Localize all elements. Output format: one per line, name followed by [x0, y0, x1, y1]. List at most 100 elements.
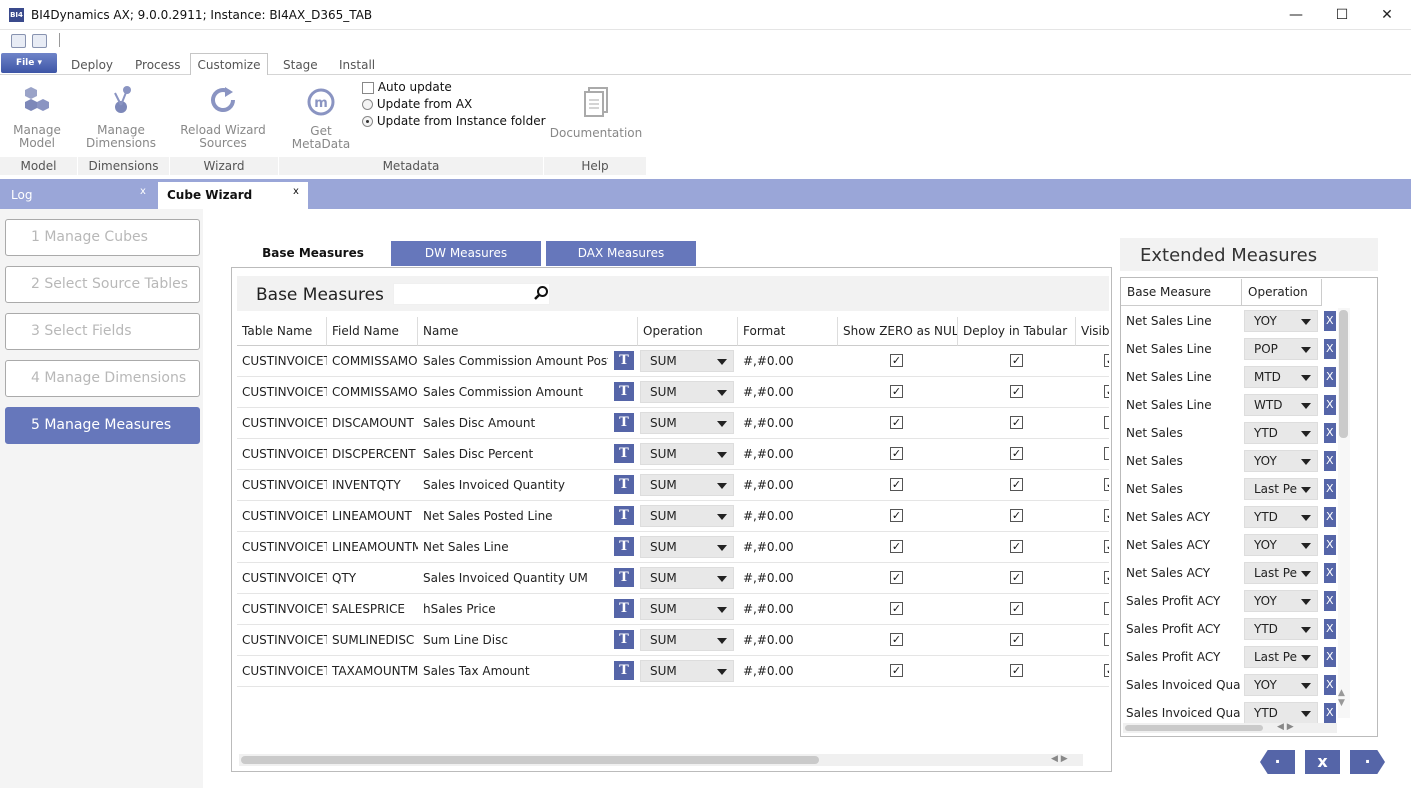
close-window-button[interactable]: ✕ [1377, 6, 1397, 24]
visible-checkbox[interactable]: ✓ [1104, 354, 1109, 367]
extended-row[interactable]: Net Sales Line YOY X [1121, 307, 1341, 335]
remove-extended-icon[interactable]: X [1324, 479, 1336, 499]
remove-extended-icon[interactable]: X [1324, 423, 1336, 443]
visible-checkbox[interactable]: ✓ [1104, 509, 1109, 522]
step-manage-measures[interactable]: 5 Manage Measures [5, 407, 200, 444]
tab-stage[interactable]: Stage [283, 58, 318, 72]
close-cube-wizard-tab-icon[interactable]: x [293, 178, 299, 205]
step-manage-dimensions[interactable]: 4 Manage Dimensions [5, 360, 200, 397]
deploy-tabular-checkbox[interactable]: ✓ [1010, 416, 1023, 429]
step-select-source-tables[interactable]: 2 Select Source Tables [5, 266, 200, 303]
cell-name[interactable]: Sales Invoiced Quantity [418, 470, 608, 500]
tab-deploy[interactable]: Deploy [71, 58, 113, 72]
remove-extended-icon[interactable]: X [1324, 339, 1336, 359]
doc-tab-cube-wizard[interactable]: Cube Wizard x [158, 182, 308, 209]
translation-button[interactable]: T [614, 599, 634, 618]
extended-row[interactable]: Sales Profit ACY YTD X [1121, 615, 1341, 643]
extended-row[interactable]: Net Sales YOY X [1121, 447, 1341, 475]
operation-select[interactable]: SUM [640, 412, 734, 434]
show-zero-null-checkbox[interactable]: ✓ [890, 540, 903, 553]
ext-operation-select[interactable]: YOY [1244, 534, 1318, 556]
translation-button[interactable]: T [614, 475, 634, 494]
remove-extended-icon[interactable]: X [1324, 703, 1336, 723]
ext-operation-select[interactable]: Last Pe [1244, 646, 1318, 668]
extended-h-arrows-icon[interactable]: ◀ ▶ [1277, 722, 1294, 732]
extended-scrollbar-thumb[interactable] [1339, 310, 1348, 438]
ext-operation-select[interactable]: YOY [1244, 450, 1318, 472]
cell-name[interactable]: hSales Price [418, 594, 608, 624]
tab-dw-measures[interactable]: DW Measures [391, 241, 541, 266]
translation-button[interactable]: T [614, 351, 634, 370]
operation-select[interactable]: SUM [640, 629, 734, 651]
manage-dimensions-button[interactable]: Manage Dimensions [82, 85, 160, 150]
step-select-fields[interactable]: 3 Select Fields [5, 313, 200, 350]
cell-name[interactable]: Sum Line Disc [418, 625, 608, 655]
extended-row[interactable]: Sales Profit ACY YOY X [1121, 587, 1341, 615]
table-row[interactable]: CUSTINVOICET QTY Sales Invoiced Quantity U… [237, 563, 1109, 594]
table-row[interactable]: CUSTINVOICET SALESPRICE hSales Price T SUM #,… [237, 594, 1109, 625]
operation-select[interactable]: SUM [640, 381, 734, 403]
extended-horizontal-thumb[interactable] [1125, 725, 1263, 731]
cell-name[interactable]: Sales Disc Amount [418, 408, 608, 438]
save-all-icon[interactable] [32, 34, 47, 48]
search-icon[interactable] [533, 285, 549, 301]
ext-operation-select[interactable]: WTD [1244, 394, 1318, 416]
deploy-tabular-checkbox[interactable]: ✓ [1010, 354, 1023, 367]
tab-install[interactable]: Install [339, 58, 375, 72]
table-row[interactable]: CUSTINVOICET SUMLINEDISC Sum Line Disc T SUM… [237, 625, 1109, 656]
translation-button[interactable]: T [614, 630, 634, 649]
close-log-tab-icon[interactable]: x [140, 178, 146, 205]
cell-name[interactable]: Net Sales Posted Line [418, 501, 608, 531]
show-zero-null-checkbox[interactable]: ✓ [890, 602, 903, 615]
operation-select[interactable]: SUM [640, 660, 734, 682]
cell-name[interactable]: Sales Invoiced Quantity UM [418, 563, 608, 593]
visible-checkbox[interactable] [1104, 633, 1109, 646]
remove-extended-icon[interactable]: X [1324, 451, 1336, 471]
visible-checkbox[interactable] [1104, 602, 1109, 615]
col-show-zero-as-null[interactable]: Show ZERO as NULL [838, 317, 958, 346]
cancel-wizard-button[interactable]: x [1305, 750, 1340, 774]
reload-wizard-sources-button[interactable]: Reload Wizard Sources [176, 85, 270, 150]
doc-tab-log[interactable]: Log x [2, 182, 154, 209]
table-row[interactable]: CUSTINVOICET DISCAMOUNT Sales Disc Amount T… [237, 408, 1109, 439]
ext-operation-select[interactable]: YTD [1244, 702, 1318, 724]
deploy-tabular-checkbox[interactable]: ✓ [1010, 447, 1023, 460]
visible-checkbox[interactable]: ✓ [1104, 478, 1109, 491]
operation-select[interactable]: SUM [640, 350, 734, 372]
extended-row[interactable]: Net Sales ACY Last Pe X [1121, 559, 1341, 587]
remove-extended-icon[interactable]: X [1324, 675, 1336, 695]
deploy-tabular-checkbox[interactable]: ✓ [1010, 664, 1023, 677]
ext-operation-select[interactable]: MTD [1244, 366, 1318, 388]
table-row[interactable]: CUSTINVOICET COMMISSAMO Sales Commission A… [237, 377, 1109, 408]
cell-name[interactable]: Sales Disc Percent [418, 439, 608, 469]
update-from-instance-option[interactable]: Update from Instance folder [362, 114, 546, 128]
visible-checkbox[interactable]: ✓ [1104, 385, 1109, 398]
operation-select[interactable]: SUM [640, 567, 734, 589]
update-from-instance-radio[interactable] [362, 116, 373, 127]
extended-row[interactable]: Net Sales Last Pe X [1121, 475, 1341, 503]
table-row[interactable]: CUSTINVOICET LINEAMOUNT Net Sales Posted L… [237, 501, 1109, 532]
deploy-tabular-checkbox[interactable]: ✓ [1010, 571, 1023, 584]
step-manage-cubes[interactable]: 1 Manage Cubes [5, 219, 200, 256]
search-input[interactable] [393, 283, 550, 305]
ext-operation-select[interactable]: YTD [1244, 618, 1318, 640]
ext-operation-select[interactable]: YOY [1244, 590, 1318, 612]
ext-operation-select[interactable]: POP [1244, 338, 1318, 360]
translation-button[interactable]: T [614, 661, 634, 680]
col-table-name[interactable]: Table Name [237, 317, 327, 346]
show-zero-null-checkbox[interactable]: ✓ [890, 509, 903, 522]
extended-row[interactable]: Net Sales Line WTD X [1121, 391, 1341, 419]
ext-operation-select[interactable]: Last Pe [1244, 562, 1318, 584]
deploy-tabular-checkbox[interactable]: ✓ [1010, 633, 1023, 646]
tab-base-measures[interactable]: Base Measures [236, 241, 390, 266]
scroll-arrows-icon[interactable]: ◀ ▶ [1051, 754, 1068, 764]
translation-button[interactable]: T [614, 382, 634, 401]
col-field-name[interactable]: Field Name [327, 317, 418, 346]
save-icon[interactable] [11, 34, 26, 48]
show-zero-null-checkbox[interactable]: ✓ [890, 354, 903, 367]
tab-dax-measures[interactable]: DAX Measures [546, 241, 696, 266]
extended-row[interactable]: Sales Profit ACY Last Pe X [1121, 643, 1341, 671]
cell-name[interactable]: Net Sales Line [418, 532, 608, 562]
col-visible[interactable]: Visible [1076, 317, 1109, 346]
extended-scroll-arrows-icon[interactable]: ▲ ▼ [1338, 688, 1345, 708]
